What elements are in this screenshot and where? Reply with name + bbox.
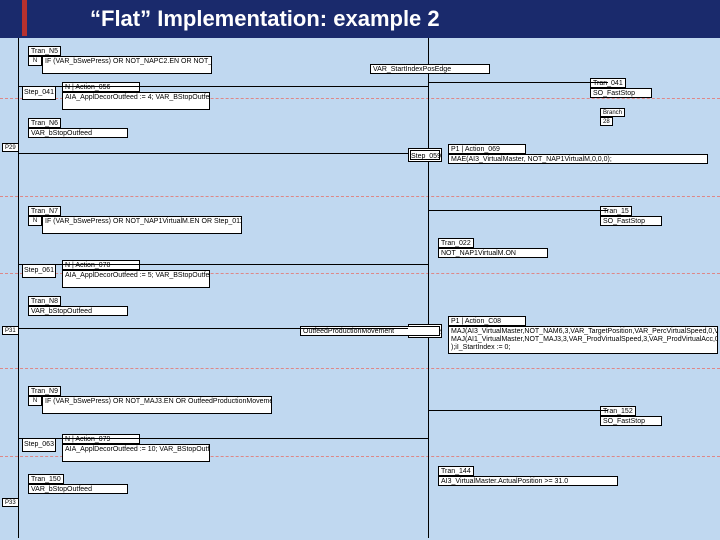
var-bstop-2: VAR_bStopOutfeed: [28, 306, 128, 316]
tran-152: Tran_152: [600, 406, 636, 416]
action-069-code: MAE(AI3_VirtualMaster, NOT_NAP1VirtualM,…: [448, 154, 708, 164]
so-faststop-1: SO_FastStop: [590, 88, 652, 98]
branch-28a: Branch: [600, 108, 625, 117]
so-faststop-2: SO_FastStop: [600, 216, 662, 226]
step-041: Step_041: [22, 86, 56, 100]
tran-022-code: NOT_NAP1VirtualM.ON: [438, 248, 548, 258]
branch-28a-num: 28: [600, 117, 613, 126]
guide: [0, 368, 720, 369]
tran-n9-code: IF (VAR_bSwePress) OR NOT_MAJ3.EN OR Out…: [42, 396, 272, 414]
connector: [18, 438, 428, 439]
tran-144-code: AI3_VirtualMaster.ActualPosition >= 31.0: [438, 476, 618, 486]
action-079-hdr: N | Action_079: [62, 434, 140, 444]
var-bstop-3: VAR_bStopOutfeed: [28, 484, 128, 494]
action-079-code: AIA_ApplDecorOutfeed := 10; VAR_BStopOut…: [62, 444, 210, 462]
tran-144: Tran_144: [438, 466, 474, 476]
tran-15: Tran_15: [600, 206, 632, 216]
connector: [18, 264, 428, 265]
page-title: “Flat” Implementation: example 2: [90, 6, 440, 32]
tran-150: Tran_150: [28, 474, 64, 484]
so-faststop-3: SO_FastStop: [600, 416, 662, 426]
tran-n6: Tran_N6: [28, 118, 61, 128]
action-056-code: AIA_ApplDecorOutfeed := 4; VAR_BStopOutf…: [62, 92, 210, 110]
connector: [18, 86, 428, 87]
p33: P33: [2, 498, 19, 507]
connector: [428, 82, 608, 83]
tran-041-code: VAR_StartIndexPosEdge: [370, 64, 490, 74]
tran-n5-code: IF (VAR_bSwePress) OR NOT_NAPC2.EN OR NO…: [42, 56, 212, 74]
guide: [0, 196, 720, 197]
step-061: Step_061: [22, 264, 56, 278]
action-078-hdr: N | Action_078: [62, 260, 140, 270]
action-c08-code: MAJ(AI3_VirtualMaster,NOT_NAM6,3,VAR_Tar…: [448, 326, 718, 354]
connector: [428, 410, 608, 411]
type-n9: N: [28, 396, 42, 406]
p31: P31: [2, 326, 19, 335]
action-c08-hdr: P1 | Action_C08: [448, 316, 526, 326]
var-bstop-1: VAR_bStopOutfeed: [28, 128, 128, 138]
tran-n9-label: Tran_N9: [28, 386, 61, 396]
action-056-hdr: N | Action_056: [62, 82, 140, 92]
connector: [428, 210, 608, 211]
main-vline: [18, 38, 19, 538]
action-069-hdr: P1 | Action_069: [448, 144, 526, 154]
step-063: Step_063: [22, 438, 56, 452]
tran-n5-label: Tran_N5: [28, 46, 61, 56]
title-bar: “Flat” Implementation: example 2: [0, 0, 720, 38]
tran-n7-code: IF (VAR_bSwePress) OR NOT_NAP1VirtualM.E…: [42, 216, 242, 234]
action-078-code: AIA_ApplDecorOutfeed := 5; VAR_BStopOutf…: [62, 270, 210, 288]
p29: P29: [2, 143, 19, 152]
type-n7: N: [28, 216, 42, 226]
accent-bar: [22, 0, 27, 36]
step-059: Step_059: [408, 148, 442, 162]
connector: [18, 328, 408, 329]
sfc-diagram: Tran_N5 N IF (VAR_bSwePress) OR NOT_NAPC…: [0, 38, 720, 540]
connector: [18, 153, 408, 154]
right-vline: [428, 38, 429, 538]
tran-n7-label: Tran_N7: [28, 206, 61, 216]
type-n5: N: [28, 56, 42, 66]
tran-022: Tran_022: [438, 238, 474, 248]
tran-n8: Tran_N8: [28, 296, 61, 306]
tran-041: Tran_041: [590, 78, 626, 88]
